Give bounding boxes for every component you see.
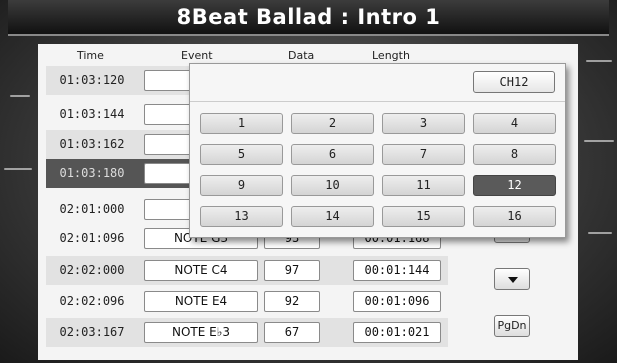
channel-key-5[interactable]: 5 <box>200 144 283 165</box>
decor-streak <box>10 95 30 97</box>
column-header-length: Length <box>372 49 410 62</box>
channel-key-8[interactable]: 8 <box>473 144 556 165</box>
row-time: 02:01:000 <box>59 202 125 216</box>
decor-streak <box>584 140 614 142</box>
column-header-time: Time <box>77 49 104 62</box>
row-data-cell[interactable]: 92 <box>264 291 320 312</box>
table-row[interactable]: 02:02:096 NOTE E4 92 00:01:096 <box>46 287 448 316</box>
channel-key-2[interactable]: 2 <box>291 113 374 134</box>
row-time: 02:01:096 <box>59 231 125 245</box>
title-bar: 8Beat Ballad : Intro 1 <box>8 0 609 36</box>
channel-select-popup: CH12 1 2 3 4 5 6 7 8 9 10 11 12 13 14 15… <box>189 63 566 238</box>
channel-key-4[interactable]: 4 <box>473 113 556 134</box>
channel-key-9[interactable]: 9 <box>200 175 283 196</box>
channel-key-12-selected[interactable]: 12 <box>473 175 556 196</box>
decor-streak <box>4 168 32 170</box>
channel-key-10[interactable]: 10 <box>291 175 374 196</box>
row-event-cell[interactable]: NOTE C4 <box>144 260 258 281</box>
table-row[interactable]: 02:03:167 NOTE E♭3 67 00:01:021 <box>46 318 448 347</box>
channel-key-15[interactable]: 15 <box>382 206 465 227</box>
channel-key-7[interactable]: 7 <box>382 144 465 165</box>
row-event-cell[interactable]: NOTE E4 <box>144 291 258 312</box>
popup-header: CH12 <box>190 64 565 102</box>
column-header-event: Event <box>181 49 213 62</box>
row-length-cell[interactable]: 00:01:021 <box>353 322 441 343</box>
channel-key-14[interactable]: 14 <box>291 206 374 227</box>
decor-streak <box>588 232 612 234</box>
row-time: 02:02:096 <box>59 294 125 308</box>
row-time: 01:03:162 <box>59 137 125 151</box>
channel-key-16[interactable]: 16 <box>473 206 556 227</box>
row-data-cell[interactable]: 97 <box>264 260 320 281</box>
row-time: 02:02:000 <box>59 263 125 277</box>
row-time: 01:03:120 <box>59 73 125 87</box>
row-time: 01:03:180 <box>59 166 125 180</box>
channel-button[interactable]: CH12 <box>473 71 555 93</box>
channel-key-3[interactable]: 3 <box>382 113 465 134</box>
channel-key-13[interactable]: 13 <box>200 206 283 227</box>
row-data-cell[interactable]: 67 <box>264 322 320 343</box>
table-row[interactable]: 02:02:000 NOTE C4 97 00:01:144 <box>46 256 448 285</box>
row-length-cell[interactable]: 00:01:144 <box>353 260 441 281</box>
channel-key-6[interactable]: 6 <box>291 144 374 165</box>
row-time: 02:03:167 <box>59 325 125 339</box>
row-time: 01:03:144 <box>59 107 125 121</box>
page-down-button[interactable]: PgDn <box>494 315 530 337</box>
decor-streak <box>586 60 612 62</box>
scroll-down-button[interactable] <box>494 268 530 290</box>
column-header-data: Data <box>288 49 315 62</box>
triangle-down-icon <box>508 277 518 283</box>
channel-key-1[interactable]: 1 <box>200 113 283 134</box>
screen: 8Beat Ballad : Intro 1 Time Event Data L… <box>0 0 617 363</box>
channel-key-11[interactable]: 11 <box>382 175 465 196</box>
page-title: 8Beat Ballad : Intro 1 <box>176 5 441 29</box>
row-event-cell[interactable]: NOTE E♭3 <box>144 322 258 343</box>
row-length-cell[interactable]: 00:01:096 <box>353 291 441 312</box>
